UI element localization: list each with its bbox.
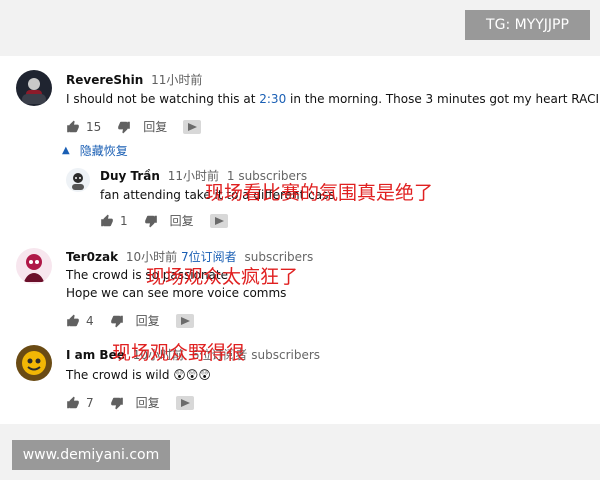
avatar[interactable] (66, 168, 90, 192)
like-icon[interactable] (66, 396, 80, 410)
author-name[interactable]: Ter0zak (66, 250, 118, 264)
replies-toggle-label: 隐藏恢复 (79, 144, 128, 158)
watermark-top: TG: MYYJJPP (465, 10, 590, 40)
dislike-icon[interactable] (110, 314, 124, 328)
timestamp-link[interactable]: 2:30 (259, 92, 286, 106)
comment-text-part: in the morning. Those 3 minutes got my h… (286, 92, 600, 106)
flag-icon[interactable] (160, 395, 194, 410)
avatar[interactable] (16, 345, 52, 381)
avatar[interactable] (16, 248, 52, 284)
author-name[interactable]: Duy Trần (100, 169, 160, 183)
comment-actions: 15 回复 (66, 118, 202, 135)
watermark-bottom: www.demiyani.com (12, 440, 170, 470)
dislike-icon[interactable] (110, 396, 124, 410)
comment-actions: 7 回复 (66, 394, 194, 411)
comment-text: The crowd is wild 😲😲😲 (66, 368, 211, 382)
flag-icon[interactable] (194, 213, 228, 228)
overlay-caption: 现场看比赛的氛围真是绝了 (205, 182, 434, 204)
comment-text-part: I should not be watching this at (66, 92, 260, 106)
comment-actions: 4 回复 (66, 312, 194, 329)
like-icon[interactable] (100, 214, 114, 228)
like-icon[interactable] (66, 120, 80, 134)
like-icon[interactable] (66, 314, 80, 328)
caret-up-icon: ▲ (62, 145, 70, 156)
comment-time[interactable]: 11小时前 (151, 73, 202, 87)
like-count: 4 (86, 313, 94, 328)
comment-text: I should not be watching this at 2:30 in… (66, 91, 600, 107)
flag-icon[interactable] (167, 119, 202, 134)
flag-icon[interactable] (160, 313, 194, 328)
reply-button[interactable]: 回复 (170, 212, 194, 229)
dislike-icon[interactable] (144, 214, 158, 228)
comment-actions: 1 回复 (100, 212, 228, 229)
author-name[interactable]: RevereShin (66, 73, 143, 87)
dislike-icon[interactable] (117, 120, 131, 134)
reply-button[interactable]: 回复 (143, 118, 167, 135)
reply-button[interactable]: 回复 (136, 312, 160, 329)
avatar[interactable] (16, 70, 52, 106)
comment-header: RevereShin 11小时前 (66, 72, 202, 88)
overlay-caption: 现场观众太疯狂了 (146, 266, 299, 288)
reply-button[interactable]: 回复 (136, 394, 160, 411)
like-count: 7 (86, 395, 94, 410)
overlay-caption: 现场观众野得很 (112, 342, 246, 364)
like-count: 1 (120, 213, 128, 228)
like-count: 15 (86, 119, 102, 134)
replies-toggle[interactable]: ▲ 隐藏恢复 (62, 142, 128, 159)
